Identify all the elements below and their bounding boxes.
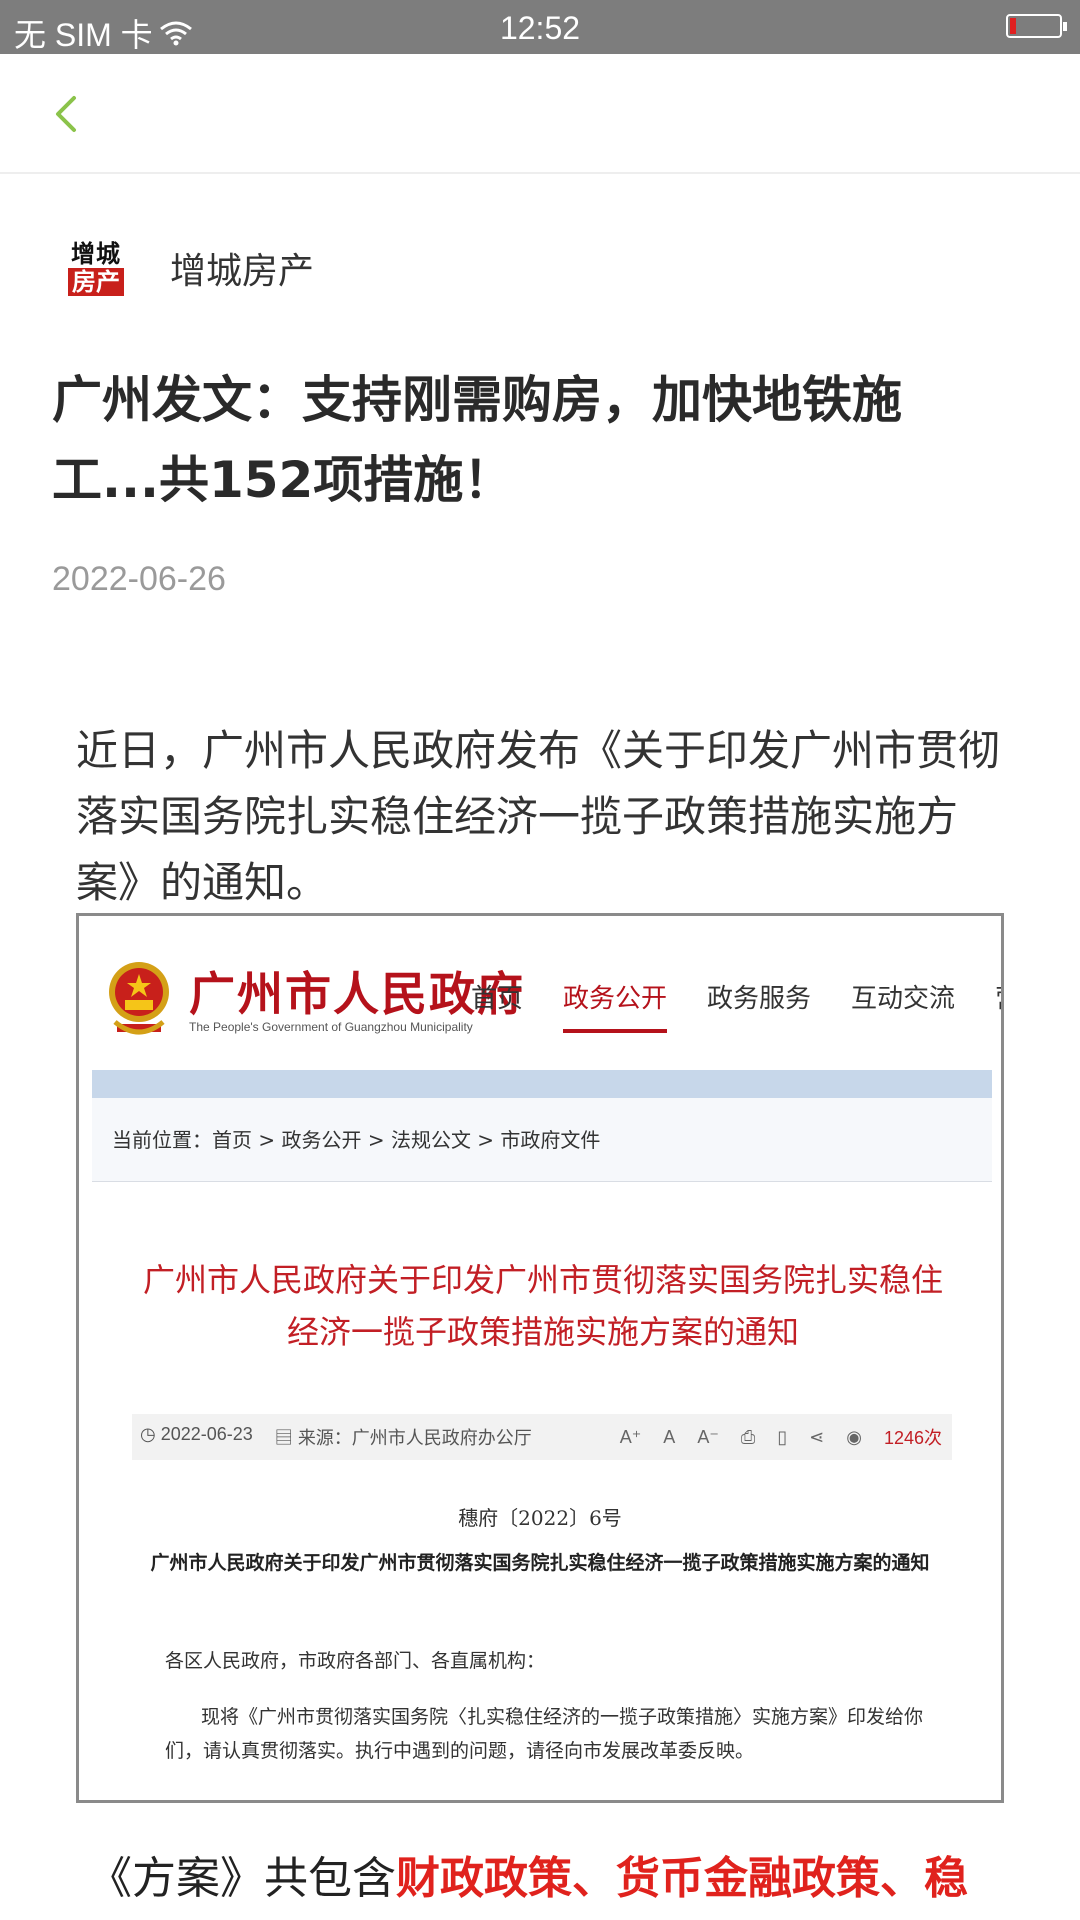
gov-meta-source: 来源：广州市人民政府办公厅 bbox=[297, 1428, 532, 1448]
article-title: 广州发文：支持刚需购房，加快地铁施工...共152项措施！ bbox=[52, 371, 902, 509]
gov-breadcrumb: 当前位置：首页 > 政务公开 > 法规公文 > 市政府文件 bbox=[92, 1098, 992, 1182]
logo-line2: 房产 bbox=[68, 268, 124, 296]
gov-site-name-en: The People's Government of Guangzhou Mun… bbox=[189, 1020, 473, 1034]
article-date: 2022-06-26 bbox=[52, 560, 226, 598]
article-image[interactable]: 广州市人民政府 The People's Government of Guang… bbox=[76, 913, 1004, 1803]
paragraph2-prefix: 《方案》共包含 bbox=[88, 1853, 396, 1904]
doc-icon-source: ▤ 来源：广州市人民政府办公厅 bbox=[274, 1428, 532, 1448]
gov-meta-bar: ◷ 2022-06-23 ▤ 来源：广州市人民政府办公厅 A⁺ A A⁻ ⎙ ▯… bbox=[132, 1414, 952, 1460]
gov-banner-strip bbox=[92, 1070, 992, 1098]
share-icon: ⋖ bbox=[809, 1426, 825, 1447]
gov-doc-heading: 广州市人民政府关于印发广州市贯彻落实国务院扎实稳住经济一揽子政策措施实施方案的通… bbox=[150, 1552, 930, 1574]
article-paragraph: 近日，广州市人民政府发布《关于印发广州市贯彻落实国务院扎实稳住经济一揽子政策措施… bbox=[76, 726, 1001, 907]
battery-icon bbox=[1006, 14, 1067, 38]
author-name[interactable]: 增城房产 bbox=[170, 242, 314, 294]
gov-nav-services: 政务服务 bbox=[707, 984, 812, 1014]
eye-icon: ◉ bbox=[846, 1426, 862, 1447]
gov-nav-business: 营商环境 bbox=[995, 978, 1001, 1015]
nav-bar bbox=[0, 54, 1080, 174]
font-larger-icon: A⁺ bbox=[619, 1426, 642, 1447]
print-icon: ⎙ bbox=[740, 1426, 756, 1447]
author-header[interactable]: 增城 房产 增城房产 bbox=[52, 224, 314, 312]
gov-nav-interaction: 互动交流 bbox=[851, 984, 956, 1014]
gov-doc-body: 各区人民政府，市政府各部门、各直属机构： 现将《广州市贯彻落实国务院〈扎实稳住经… bbox=[165, 1644, 925, 1768]
gov-doc-text: 现将《广州市贯彻落实国务院〈扎实稳住经济的一揽子政策措施〉实施方案》印发给你们，… bbox=[165, 1706, 924, 1762]
gov-nav-home: 首页 bbox=[471, 984, 524, 1014]
clock: 12:52 bbox=[499, 10, 581, 46]
paragraph2-highlight: 财政政策、货币金融政策、稳 bbox=[396, 1853, 968, 1904]
gov-doc-number: 穗府〔2022〕6号 bbox=[458, 1506, 622, 1530]
font-normal-icon: A bbox=[663, 1426, 676, 1447]
national-emblem-icon bbox=[109, 962, 169, 1035]
gov-meta-date: 2022-06-23 bbox=[160, 1424, 253, 1444]
gov-doc-salutation: 各区人民政府，市政府各部门、各直属机构： bbox=[165, 1650, 546, 1672]
font-smaller-icon: A⁻ bbox=[697, 1426, 719, 1447]
gov-meta-views: 1246次 bbox=[883, 1428, 942, 1448]
gov-nav: 首页 政务公开 政务服务 互动交流 营商环境 bbox=[471, 978, 1001, 1033]
logo-line1: 增城 bbox=[71, 239, 121, 268]
status-bar: 无 SIM 卡 12:52 bbox=[0, 0, 1080, 54]
battery-level bbox=[1010, 18, 1017, 34]
clock-icon-date: ◷ 2022-06-23 bbox=[140, 1424, 253, 1444]
bookmark-icon: ▯ bbox=[777, 1426, 788, 1447]
author-logo[interactable]: 增城 房产 bbox=[52, 224, 140, 312]
gov-doc-title: 广州市人民政府关于印发广州市贯彻落实国务院扎实稳住经济一揽子政策措施实施方案的通… bbox=[142, 1261, 943, 1351]
article-paragraph-2: 《方案》共包含财政政策、货币金融政策、稳 bbox=[88, 1846, 1038, 1912]
gov-nav-affairs: 政务公开 bbox=[563, 978, 668, 1033]
back-arrow-icon[interactable] bbox=[44, 84, 104, 144]
